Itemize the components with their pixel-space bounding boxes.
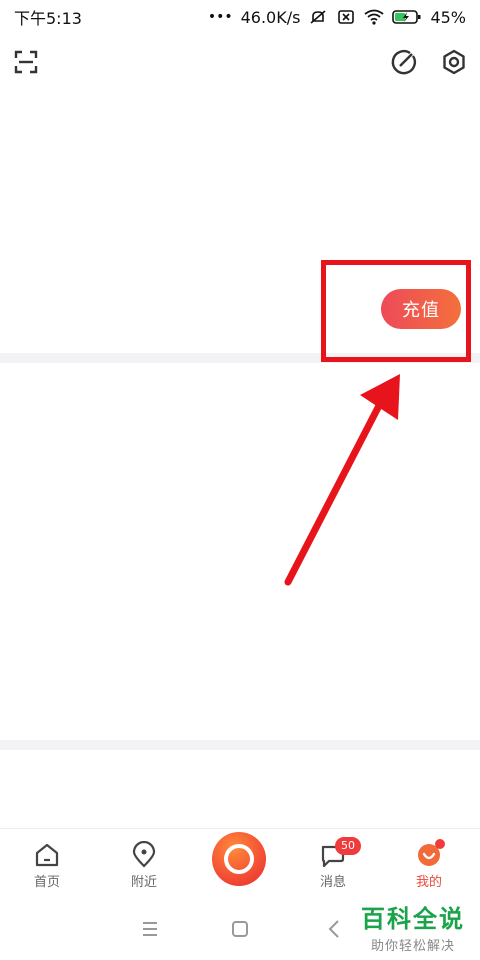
- mute-bell-icon: [310, 10, 326, 24]
- battery-percent: 45%: [430, 7, 466, 27]
- wifi-icon: [364, 9, 384, 25]
- watermark-title: 百科全说: [361, 905, 465, 933]
- annotation-highlight-box: [321, 260, 471, 362]
- nav-messages[interactable]: 50 消息: [298, 837, 368, 890]
- system-menu-button[interactable]: [138, 917, 162, 941]
- nav-nearby[interactable]: 附近: [109, 837, 179, 890]
- home-icon: [35, 843, 59, 867]
- watermark: 百科全说 助你轻松解决: [356, 899, 470, 954]
- nav-label: 我的: [415, 875, 442, 890]
- square-icon: [232, 921, 248, 937]
- record-button[interactable]: [212, 832, 266, 886]
- status-time: 下午5:13: [14, 9, 82, 28]
- settings-button[interactable]: [438, 46, 470, 78]
- back-chevron-icon: [328, 920, 339, 938]
- section-divider: [0, 740, 480, 750]
- system-back-button[interactable]: [322, 917, 346, 941]
- record-button-icon: [224, 844, 254, 874]
- battery-charging-icon: [392, 10, 421, 24]
- watermark-subtitle: 助你轻松解决: [370, 939, 455, 954]
- nav-mine[interactable]: 我的: [394, 837, 464, 890]
- notification-dot: [435, 839, 445, 849]
- edit-button[interactable]: [388, 46, 420, 78]
- bottom-nav: 首页 附近 50 消息 我的: [0, 828, 480, 897]
- settings-gear-icon: [443, 49, 465, 75]
- nav-label: 消息: [319, 875, 346, 890]
- network-speed: 46.0K/s: [240, 7, 301, 27]
- location-pin-icon: [132, 840, 156, 868]
- status-bar: 下午5:13 ••• 46.0K/s 45%: [0, 0, 480, 34]
- dots-icon: •••: [207, 9, 233, 25]
- status-icons: ••• 46.0K/s 45%: [208, 8, 466, 27]
- nav-label: 附近: [130, 875, 157, 890]
- edit-icon: [391, 49, 417, 75]
- sim-disabled-icon: [338, 10, 355, 24]
- scan-icon: [14, 50, 38, 74]
- nav-label: 首页: [33, 875, 60, 890]
- annotation-arrow: [284, 374, 400, 586]
- menu-icon: [143, 922, 157, 936]
- nav-home[interactable]: 首页: [12, 837, 82, 890]
- message-count-badge: 50: [335, 837, 361, 855]
- system-home-button[interactable]: [228, 917, 252, 941]
- top-toolbar: [0, 40, 480, 84]
- scan-button[interactable]: [10, 46, 42, 78]
